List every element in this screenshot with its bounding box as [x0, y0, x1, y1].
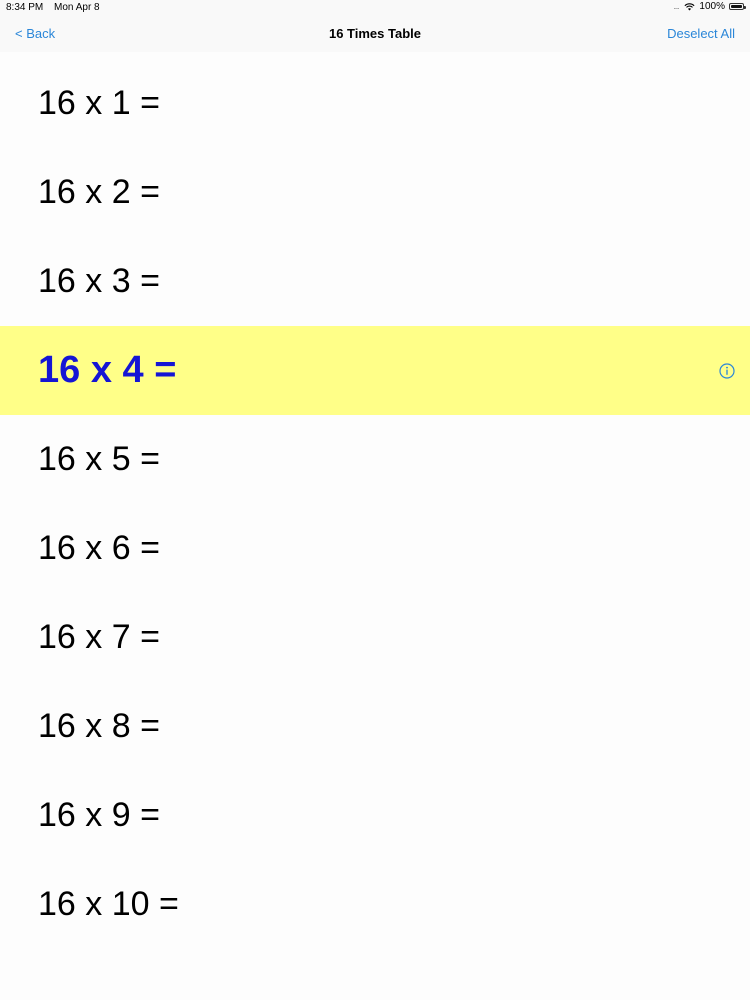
status-bar: 8:34 PM Mon Apr 8 .... 100% — [0, 0, 750, 16]
list-item[interactable]: 16 x 5 = — [0, 415, 750, 504]
equation-label: 16 x 10 = — [38, 885, 179, 923]
wifi-icon — [684, 2, 695, 11]
list-item[interactable]: 16 x 1 = — [0, 59, 750, 148]
status-left: 8:34 PM Mon Apr 8 — [6, 2, 100, 13]
equation-label: 16 x 7 = — [38, 618, 160, 656]
deselect-all-button[interactable]: Deselect All — [667, 26, 735, 41]
list-item[interactable]: 16 x 9 = — [0, 771, 750, 860]
status-date: Mon Apr 8 — [54, 2, 100, 13]
equation-label: 16 x 6 = — [38, 529, 160, 567]
equation-label: 16 x 9 = — [38, 796, 160, 834]
list-item[interactable]: 16 x 7 = — [0, 593, 750, 682]
equation-label: 16 x 3 = — [38, 262, 160, 300]
battery-icon — [729, 3, 746, 10]
status-right: .... 100% — [673, 1, 746, 12]
equation-label: 16 x 5 = — [38, 440, 160, 478]
list-item[interactable]: 16 x 3 = — [0, 237, 750, 326]
equation-label: 16 x 4 = — [38, 349, 177, 391]
equation-label: 16 x 2 = — [38, 173, 160, 211]
list-item[interactable]: 16 x 10 = — [0, 860, 750, 949]
page-title: 16 Times Table — [328, 26, 421, 41]
navigation-bar: < Back 16 Times Table Deselect All — [0, 16, 750, 52]
list-item[interactable]: 16 x 2 = — [0, 148, 750, 237]
equation-label: 16 x 1 = — [38, 84, 160, 122]
info-icon[interactable] — [719, 362, 735, 379]
times-table-list: 16 x 1 = 16 x 2 = 16 x 3 = 16 x 4 = 16 x… — [0, 59, 750, 949]
status-time: 8:34 PM — [6, 2, 44, 13]
battery-percent: 100% — [699, 1, 725, 12]
list-item-selected[interactable]: 16 x 4 = — [0, 326, 750, 415]
signal-dots-icon: .... — [673, 2, 680, 11]
equation-label: 16 x 8 = — [38, 707, 160, 745]
list-item[interactable]: 16 x 6 = — [0, 504, 750, 593]
list-item[interactable]: 16 x 8 = — [0, 682, 750, 771]
